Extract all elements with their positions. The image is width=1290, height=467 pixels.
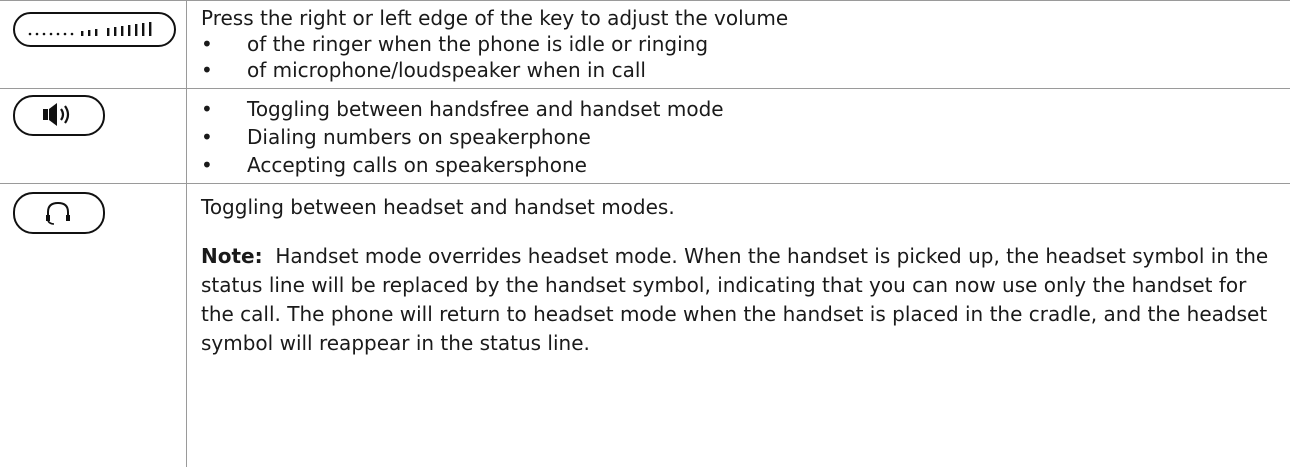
list-item: • Toggling between handsfree and handset… <box>201 97 724 121</box>
bullet: • <box>201 32 213 56</box>
note-text: Handset mode overrides headset mode. Whe… <box>201 244 1269 355</box>
bullet: • <box>201 58 213 82</box>
key-function-table: Press the right or left edge of the key … <box>0 0 1290 467</box>
bullet: • <box>201 153 213 177</box>
description-cell: Press the right or left edge of the key … <box>201 1 1280 88</box>
row-intro: Toggling between headset and handset mod… <box>201 195 675 219</box>
speaker-icon <box>43 103 70 126</box>
note-label: Note: <box>201 244 263 268</box>
key-cell <box>0 89 187 183</box>
speaker-key-button[interactable] <box>13 95 105 136</box>
description-cell: Toggling between headset and handset mod… <box>201 184 1280 467</box>
table-row-speaker: • Toggling between handsfree and handset… <box>0 89 1290 184</box>
bullet: • <box>201 125 213 149</box>
headset-key-button[interactable] <box>13 192 105 234</box>
note-paragraph: Note: Handset mode overrides headset mod… <box>201 242 1281 358</box>
table-row-volume: Press the right or left edge of the key … <box>0 1 1290 89</box>
volume-key-button[interactable] <box>13 12 176 47</box>
key-cell <box>0 184 187 467</box>
table-row-headset: Toggling between headset and handset mod… <box>0 184 1290 467</box>
key-cell <box>0 1 187 88</box>
bullet: • <box>201 97 213 121</box>
list-item: • of microphone/loudspeaker when in call <box>201 58 646 82</box>
volume-rocker-icon <box>28 22 152 36</box>
list-item: • Accepting calls on speakersphone <box>201 153 587 177</box>
row-intro: Press the right or left edge of the key … <box>201 6 789 30</box>
description-cell: • Toggling between handsfree and handset… <box>201 89 1280 183</box>
list-item: • Dialing numbers on speakerphone <box>201 125 591 149</box>
headset-icon <box>46 201 70 225</box>
list-item: • of the ringer when the phone is idle o… <box>201 32 709 56</box>
